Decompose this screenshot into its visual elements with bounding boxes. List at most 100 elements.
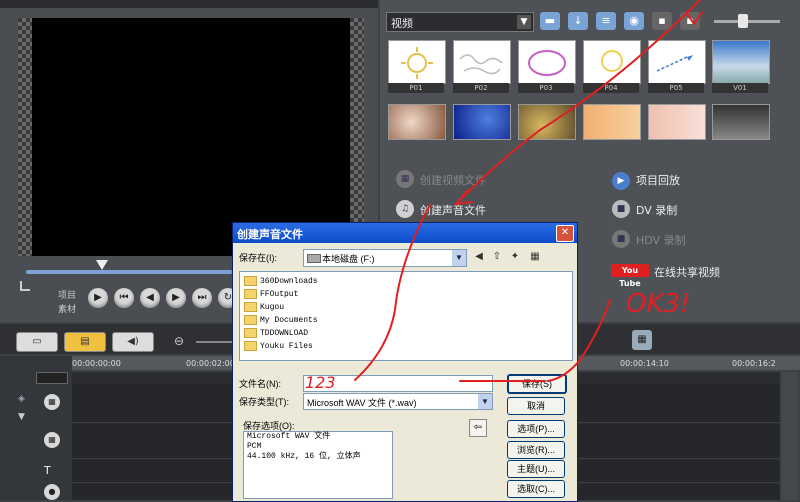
voice-track-icon[interactable]: ● xyxy=(44,484,60,500)
list-item[interactable]: 360Downloads xyxy=(244,276,318,286)
back-icon[interactable]: ◀ xyxy=(471,249,487,265)
clip-mode-label[interactable]: 素材 xyxy=(58,302,76,315)
play-icon[interactable]: ▶ xyxy=(88,288,108,308)
library-category-select[interactable]: 视频 ▼ xyxy=(386,12,534,32)
save-in-select[interactable]: 本地磁盘 (F:) ▼ xyxy=(303,249,467,267)
film-icon[interactable]: ▦ xyxy=(396,170,414,188)
thumbnail-label: V01 xyxy=(712,83,768,93)
file-name: FFOutput xyxy=(260,290,299,300)
list-item[interactable]: TDDOWNLOAD xyxy=(244,328,308,338)
thumbnail-v07[interactable] xyxy=(712,104,770,140)
theme-button[interactable]: 主题(U)... xyxy=(507,460,565,478)
hdv-icon[interactable]: ■ xyxy=(612,230,630,248)
create-audio-file-dialog: 创建声音文件 ✕ 保存在(I): 本地磁盘 (F:) ▼ ◀ ⇧ ✦ ▦ 360… xyxy=(232,222,578,502)
timeline-vertical-scrollbar[interactable] xyxy=(782,372,798,500)
project-mode-label[interactable]: 项目 xyxy=(58,288,76,301)
collapse-arrow-icon[interactable]: ▼ xyxy=(18,412,25,422)
step-back-icon[interactable]: ◀ xyxy=(140,288,160,308)
chevron-down-icon[interactable]: ▼ xyxy=(517,15,531,29)
camcorder-icon[interactable]: ■ xyxy=(612,200,630,218)
view-menu-icon[interactable]: ▦ xyxy=(527,249,543,265)
list-item[interactable]: Kugou xyxy=(244,302,284,312)
thumbnail-p02[interactable] xyxy=(453,40,511,84)
file-name: TDDOWNLOAD xyxy=(260,329,309,339)
create-audio-file-link[interactable]: 创建声音文件 xyxy=(420,202,486,218)
thumbnail-p01[interactable] xyxy=(388,40,446,84)
filetype-select[interactable]: Microsoft WAV 文件 (*.wav) ▼ xyxy=(303,393,493,410)
dv-record-link[interactable]: DV 录制 xyxy=(636,202,677,218)
import-icon[interactable]: ↓ xyxy=(568,12,588,30)
thumbnail-v01[interactable] xyxy=(712,40,770,84)
folder-icon xyxy=(244,289,257,299)
thumbnail-label: P03 xyxy=(518,83,574,93)
trim-marker-icon[interactable] xyxy=(20,281,30,291)
thumbnail-p05[interactable] xyxy=(648,40,706,84)
options-summary: Microsoft WAV 文件 PCM 44.100 kHz, 16 位, 立… xyxy=(243,431,393,499)
checker-border-left xyxy=(18,18,32,256)
thumbnail-v04[interactable] xyxy=(518,104,576,140)
thumbnail-v02[interactable] xyxy=(388,104,446,140)
title-track-icon[interactable]: T xyxy=(44,464,51,477)
dialog-title-bar[interactable]: 创建声音文件 ✕ xyxy=(233,223,577,243)
browse-button[interactable]: 浏览(R)... xyxy=(507,441,565,459)
track-manager-button[interactable] xyxy=(36,372,68,384)
playback-icon[interactable]: ▶ xyxy=(612,172,630,190)
checker-border-right xyxy=(350,18,364,256)
link-icon[interactable]: ◈ xyxy=(18,394,25,404)
file-list[interactable]: 360Downloads FFOutput Kugou My Documents… xyxy=(239,271,573,361)
close-icon[interactable]: ✕ xyxy=(556,225,574,242)
folder-icon xyxy=(244,276,257,286)
thumbnail-v05[interactable] xyxy=(583,104,641,140)
thumbnail-size-knob[interactable] xyxy=(738,14,748,28)
thumbnail-p03[interactable] xyxy=(518,40,576,84)
save-button[interactable]: 保存(S) xyxy=(507,374,567,394)
thumbnail-v06[interactable] xyxy=(648,104,706,140)
folder-icon[interactable]: ▬ xyxy=(540,12,560,30)
zoom-out-icon[interactable]: ⊖ xyxy=(174,334,184,348)
timecode: 00:00:02:00 xyxy=(186,359,235,368)
prev-icon[interactable]: ⏮ xyxy=(114,288,134,308)
create-video-file-link[interactable]: 创建视频文件 xyxy=(420,172,486,188)
filename-label: 文件名(N): xyxy=(239,379,281,389)
timeline-view-button[interactable]: ▤ xyxy=(64,332,106,352)
scrub-bar[interactable] xyxy=(26,270,232,274)
capture-icon[interactable]: ◉ xyxy=(624,12,644,30)
hdv-record-link[interactable]: HDV 录制 xyxy=(636,232,686,248)
select-button[interactable]: 选取(C)... xyxy=(507,480,565,498)
preview-top-bar xyxy=(0,0,378,8)
filename-input[interactable] xyxy=(303,375,493,392)
thumbnail-label: P04 xyxy=(583,83,639,93)
online-share-link[interactable]: 在线共享视频 xyxy=(654,264,720,280)
audio-icon[interactable]: ♫ xyxy=(396,200,414,218)
reset-arrow-icon[interactable]: ⇦ xyxy=(469,419,487,437)
new-folder-icon[interactable]: ✦ xyxy=(507,249,523,265)
storyboard-view-button[interactable]: ▭ xyxy=(16,332,58,352)
options-button[interactable]: 选项(P)... xyxy=(507,420,565,438)
step-forward-icon[interactable]: ▶ xyxy=(166,288,186,308)
preview-screen xyxy=(18,18,364,256)
dialog-title: 创建声音文件 xyxy=(237,229,303,241)
library-manager-icon[interactable]: ▪ xyxy=(680,12,700,30)
timeline-zoom-slider[interactable] xyxy=(196,341,236,343)
chevron-down-icon[interactable]: ▼ xyxy=(478,394,492,409)
list-item[interactable]: FFOutput xyxy=(244,289,298,299)
cancel-button[interactable]: 取消 xyxy=(507,397,565,415)
up-folder-icon[interactable]: ⇧ xyxy=(489,249,505,265)
list-item[interactable]: Youku Files xyxy=(244,341,313,351)
list-item[interactable]: My Documents xyxy=(244,315,318,325)
video-track-icon[interactable]: ▦ xyxy=(44,394,60,410)
options-icon[interactable]: ▪ xyxy=(652,12,672,30)
option-line: 44.100 kHz, 16 位, 立体声 xyxy=(247,452,361,461)
thumbnail-p04[interactable] xyxy=(583,40,641,84)
youtube-logo: You Tube xyxy=(611,264,649,288)
overlay-track-icon[interactable]: ▦ xyxy=(44,432,60,448)
file-name: My Documents xyxy=(260,316,318,326)
sort-icon[interactable]: ≡ xyxy=(596,12,616,30)
project-playback-link[interactable]: 项目回放 xyxy=(636,172,680,188)
thumbnail-v03[interactable] xyxy=(453,104,511,140)
fit-timeline-icon[interactable]: ▦ xyxy=(632,330,652,350)
next-icon[interactable]: ⏭ xyxy=(192,288,212,308)
timecode: 00:00:00:00 xyxy=(72,359,121,368)
chevron-down-icon[interactable]: ▼ xyxy=(452,250,466,266)
audio-view-button[interactable]: ◀) xyxy=(112,332,154,352)
